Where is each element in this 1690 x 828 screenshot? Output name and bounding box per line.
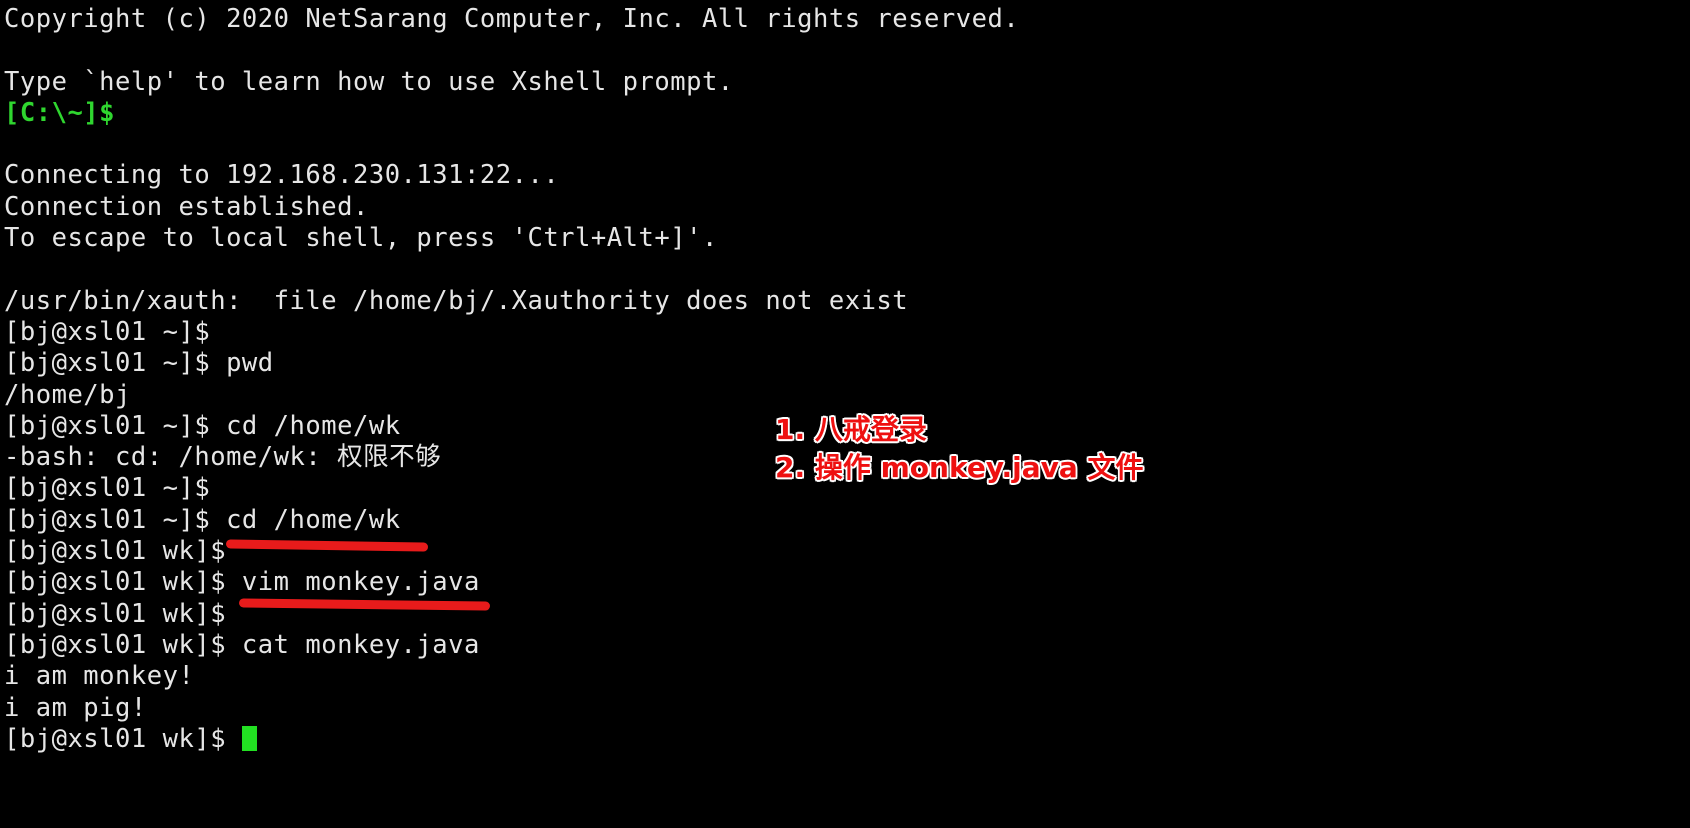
terminal-line-help-hint: Type `help' to learn how to use Xshell p… [4, 66, 734, 97]
terminal-line-file-content-2: i am pig! [4, 692, 147, 723]
block-cursor-icon [241, 725, 257, 751]
terminal-line-file-content-1: i am monkey! [4, 661, 195, 692]
terminal-line-prompt-3: [bj@xsl01 wk]$ [4, 536, 227, 567]
terminal-line-prompt-1: [bj@xsl01 ~]$ [4, 316, 211, 347]
terminal-line-prompt-current: [bj@xsl01 wk]$ [4, 724, 1690, 755]
terminal-line-connecting: Connecting to 192.168.230.131:22... [4, 160, 560, 191]
terminal-line-blank-3 [4, 254, 1690, 285]
terminal-line-cmd-cat: [bj@xsl01 wk]$ cat monkey.java [4, 629, 480, 660]
terminal-line-prompt-2: [bj@xsl01 ~]$ [4, 473, 211, 504]
prompt-text: [bj@xsl01 wk]$ [4, 723, 242, 754]
terminal-line-cmd-vim: [bj@xsl01 wk]$ vim monkey.java [4, 567, 480, 598]
xshell-terminal-window[interactable]: Copyright (c) 2020 NetSarang Computer, I… [0, 0, 1690, 828]
terminal-output-area[interactable]: Copyright (c) 2020 NetSarang Computer, I… [0, 0, 1690, 828]
terminal-line-xauth-warning: /usr/bin/xauth: file /home/bj/.Xauthorit… [4, 285, 909, 316]
terminal-line-connection-established: Connection established. [4, 191, 369, 222]
terminal-line-cmd-pwd: [bj@xsl01 ~]$ pwd [4, 348, 274, 379]
terminal-line-pwd-output: /home/bj [4, 379, 131, 410]
terminal-line-blank-1 [4, 35, 1690, 66]
terminal-line-prompt-4: [bj@xsl01 wk]$ [4, 598, 227, 629]
terminal-line-escape-hint: To escape to local shell, press 'Ctrl+Al… [4, 223, 718, 254]
terminal-line-copyright: Copyright (c) 2020 NetSarang Computer, I… [4, 4, 1020, 34]
terminal-line-cmd-cd-ok: [bj@xsl01 ~]$ cd /home/wk [4, 504, 401, 535]
terminal-line-cmd-cd-denied: [bj@xsl01 ~]$ cd /home/wk [4, 410, 401, 441]
terminal-line-error-permission: -bash: cd: /home/wk: 权限不够 [4, 442, 442, 473]
terminal-line-blank-2 [4, 129, 1690, 160]
terminal-line-local-prompt: [C:\~]$ [4, 97, 116, 128]
